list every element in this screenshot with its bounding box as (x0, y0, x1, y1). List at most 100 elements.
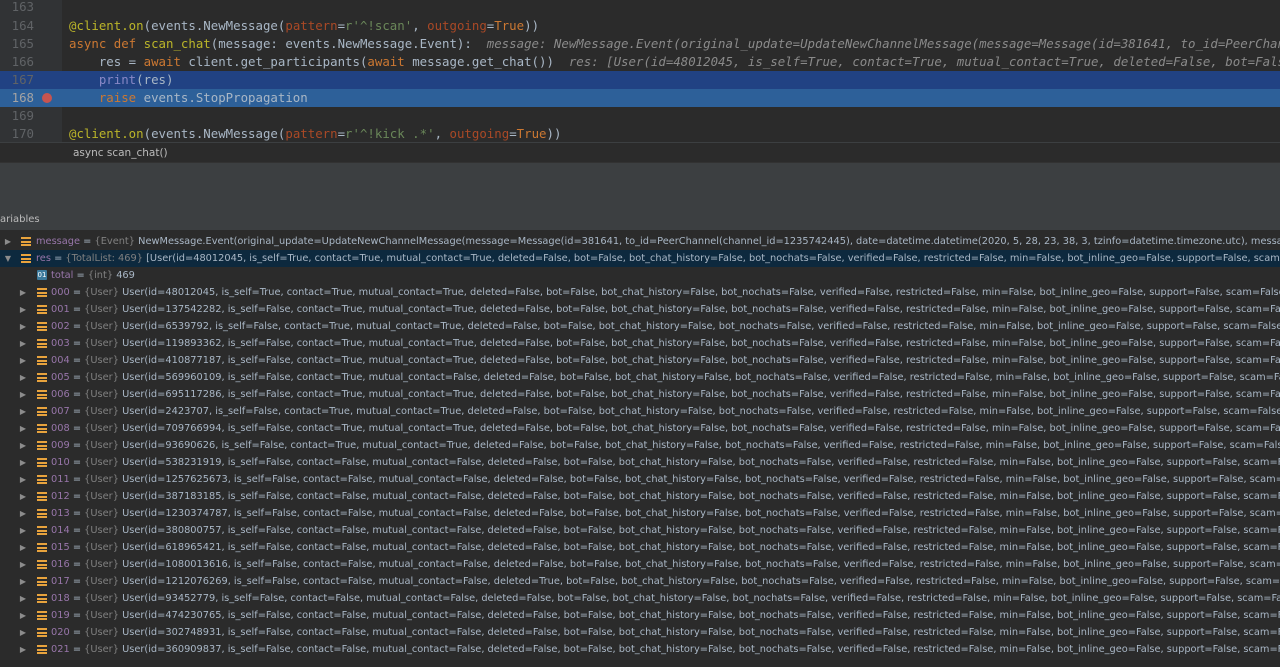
expand-arrow-icon[interactable]: ▶ (18, 335, 28, 352)
variable-row-user[interactable]: ▶ 007 = {User} User(id=2423707, is_self=F… (0, 403, 1280, 420)
variable-row-user[interactable]: ▶ 010 = {User} User(id=538231919, is_self… (0, 454, 1280, 471)
line-number[interactable]: 167 (0, 71, 34, 89)
code-line[interactable]: 170 @client.on(events.NewMessage(pattern=… (0, 125, 1280, 142)
code-line[interactable]: 165 async def scan_chat(message: events.N… (0, 35, 1280, 53)
variable-row-user[interactable]: ▶ 001 = {User} User(id=137542282, is_self… (0, 301, 1280, 318)
variable-row-total[interactable]: 01 total = {int} 469 (0, 267, 1280, 284)
variable-row-user[interactable]: ▶ 012 = {User} User(id=387183185, is_self… (0, 488, 1280, 505)
variable-row-user[interactable]: ▶ 003 = {User} User(id=119893362, is_self… (0, 335, 1280, 352)
expand-arrow-icon[interactable]: ▶ (18, 573, 28, 590)
variable-icon (37, 424, 47, 433)
variable-row-user[interactable]: ▶ 020 = {User} User(id=302748931, is_self… (0, 624, 1280, 641)
variable-name: 000 (51, 287, 70, 298)
variable-row-user[interactable]: ▶ 016 = {User} User(id=1080013616, is_sel… (0, 556, 1280, 573)
variable-value: User(id=93690626, is_self=False, contact… (122, 440, 1280, 451)
code-token: events.StopPropagation (143, 90, 308, 105)
code-token: (events.NewMessage( (143, 126, 286, 141)
variable-row-user[interactable]: ▶ 011 = {User} User(id=1257625673, is_sel… (0, 471, 1280, 488)
variable-icon (37, 475, 47, 484)
line-number[interactable]: 169 (0, 107, 34, 125)
variable-value: User(id=410877187, is_self=False, contac… (122, 355, 1280, 366)
line-number[interactable]: 170 (0, 125, 34, 142)
code-text: print(res) (69, 71, 174, 89)
variable-value: User(id=569960109, is_self=False, contac… (122, 372, 1280, 383)
expand-arrow-icon[interactable]: ▶ (18, 556, 28, 573)
expand-arrow-icon[interactable]: ▶ (18, 522, 28, 539)
code-line[interactable]: 163 (0, 0, 1280, 16)
line-number[interactable]: 163 (0, 0, 34, 16)
line-number[interactable]: 164 (0, 17, 34, 35)
variables-tree[interactable]: ▶ message = {Event} NewMessage.Event(orig… (0, 230, 1280, 667)
expand-arrow-icon[interactable]: ▶ (18, 624, 28, 641)
variable-text: 006 = {User} User(id=695117286, is_self=… (51, 386, 1280, 403)
variable-text: total = {int} 469 (51, 270, 135, 281)
variable-type: {User} (84, 304, 123, 315)
code-line[interactable]: 168 raise events.StopPropagation (0, 89, 1280, 107)
line-number[interactable]: 166 (0, 53, 34, 71)
variable-icon (37, 628, 47, 637)
expand-arrow-icon[interactable]: ▶ (18, 539, 28, 556)
expand-arrow-icon[interactable]: ▶ (18, 386, 28, 403)
variable-row-user[interactable]: ▶ 017 = {User} User(id=1212076269, is_sel… (0, 573, 1280, 590)
expand-arrow-icon[interactable]: ▶ (18, 318, 28, 335)
expand-arrow-icon[interactable]: ▶ (18, 369, 28, 386)
code-line[interactable]: 169 (0, 107, 1280, 125)
variable-name: 015 (51, 542, 70, 553)
line-number[interactable]: 168 (0, 89, 34, 107)
expand-arrow-icon[interactable]: ▶ (18, 352, 28, 369)
variable-value: User(id=302748931, is_self=False, contac… (122, 627, 1280, 638)
variable-value: NewMessage.Event(original_update=UpdateN… (138, 236, 1280, 247)
variable-row-user[interactable]: ▶ 004 = {User} User(id=410877187, is_self… (0, 352, 1280, 369)
expand-arrow-icon[interactable]: ▶ (18, 284, 28, 301)
breadcrumb[interactable]: async scan_chat() (0, 142, 1280, 163)
expand-arrow-icon[interactable]: ▶ (18, 641, 28, 658)
variable-row-user[interactable]: ▶ 000 = {User} User(id=48012045, is_self=… (0, 284, 1280, 301)
code-token: @client.on (69, 18, 144, 33)
variable-type: {User} (84, 627, 123, 638)
code-editor[interactable]: 163 164 @client.on(events.NewMessage(patte… (0, 0, 1280, 142)
variable-row-user[interactable]: ▶ 006 = {User} User(id=695117286, is_self… (0, 386, 1280, 403)
variable-row-user[interactable]: ▶ 005 = {User} User(id=569960109, is_self… (0, 369, 1280, 386)
variable-row-user[interactable]: ▶ 008 = {User} User(id=709766994, is_self… (0, 420, 1280, 437)
code-line[interactable]: 164 @client.on(events.NewMessage(pattern=… (0, 17, 1280, 35)
collapse-arrow-icon[interactable]: ▼ (3, 250, 13, 267)
expand-arrow-icon[interactable]: ▶ (18, 590, 28, 607)
variable-row-user[interactable]: ▶ 002 = {User} User(id=6539792, is_self=F… (0, 318, 1280, 335)
variable-row-user[interactable]: ▶ 018 = {User} User(id=93452779, is_self=… (0, 590, 1280, 607)
variable-row-user[interactable]: ▶ 009 = {User} User(id=93690626, is_self=… (0, 437, 1280, 454)
variable-text: 018 = {User} User(id=93452779, is_self=F… (51, 590, 1280, 607)
variable-row-user[interactable]: ▶ 014 = {User} User(id=380800757, is_self… (0, 522, 1280, 539)
variable-row-res[interactable]: ▼ res = {TotalList: 469} [User(id=4801204… (0, 250, 1280, 267)
variable-row-user[interactable]: ▶ 019 = {User} User(id=474230765, is_self… (0, 607, 1280, 624)
expand-arrow-icon[interactable]: ▶ (18, 505, 28, 522)
line-number[interactable]: 165 (0, 35, 34, 53)
variable-icon (37, 543, 47, 552)
variable-value: User(id=538231919, is_self=False, contac… (122, 457, 1280, 468)
variable-type: {User} (84, 559, 123, 570)
breakpoint-icon[interactable] (42, 93, 52, 103)
expand-arrow-icon[interactable]: ▶ (3, 233, 13, 250)
code-token: await (143, 54, 189, 69)
expand-arrow-icon[interactable]: ▶ (18, 403, 28, 420)
variable-row-message[interactable]: ▶ message = {Event} NewMessage.Event(orig… (0, 233, 1280, 250)
expand-arrow-icon[interactable]: ▶ (18, 437, 28, 454)
expand-arrow-icon[interactable]: ▶ (18, 488, 28, 505)
variable-name: 020 (51, 627, 70, 638)
variable-row-user[interactable]: ▶ 013 = {User} User(id=1230374787, is_sel… (0, 505, 1280, 522)
variable-name: 006 (51, 389, 70, 400)
expand-arrow-icon[interactable]: ▶ (18, 607, 28, 624)
code-line[interactable]: 166 res = await client.get_participants(… (0, 53, 1280, 71)
code-token: async def (69, 36, 144, 51)
variable-row-user[interactable]: ▶ 021 = {User} User(id=360909837, is_self… (0, 641, 1280, 658)
variable-row-user[interactable]: ▶ 015 = {User} User(id=618965421, is_self… (0, 539, 1280, 556)
expand-arrow-icon[interactable]: ▶ (18, 454, 28, 471)
expand-arrow-icon[interactable]: ▶ (18, 420, 28, 437)
variable-text: 002 = {User} User(id=6539792, is_self=Fa… (51, 318, 1280, 335)
variables-panel-header: ariables (0, 188, 1280, 230)
expand-arrow-icon[interactable]: ▶ (18, 301, 28, 318)
expand-arrow-icon[interactable]: ▶ (18, 471, 28, 488)
variable-icon (37, 509, 47, 518)
variable-value: User(id=1080013616, is_self=False, conta… (122, 559, 1280, 570)
code-line[interactable]: 167 print(res) (0, 71, 1280, 89)
